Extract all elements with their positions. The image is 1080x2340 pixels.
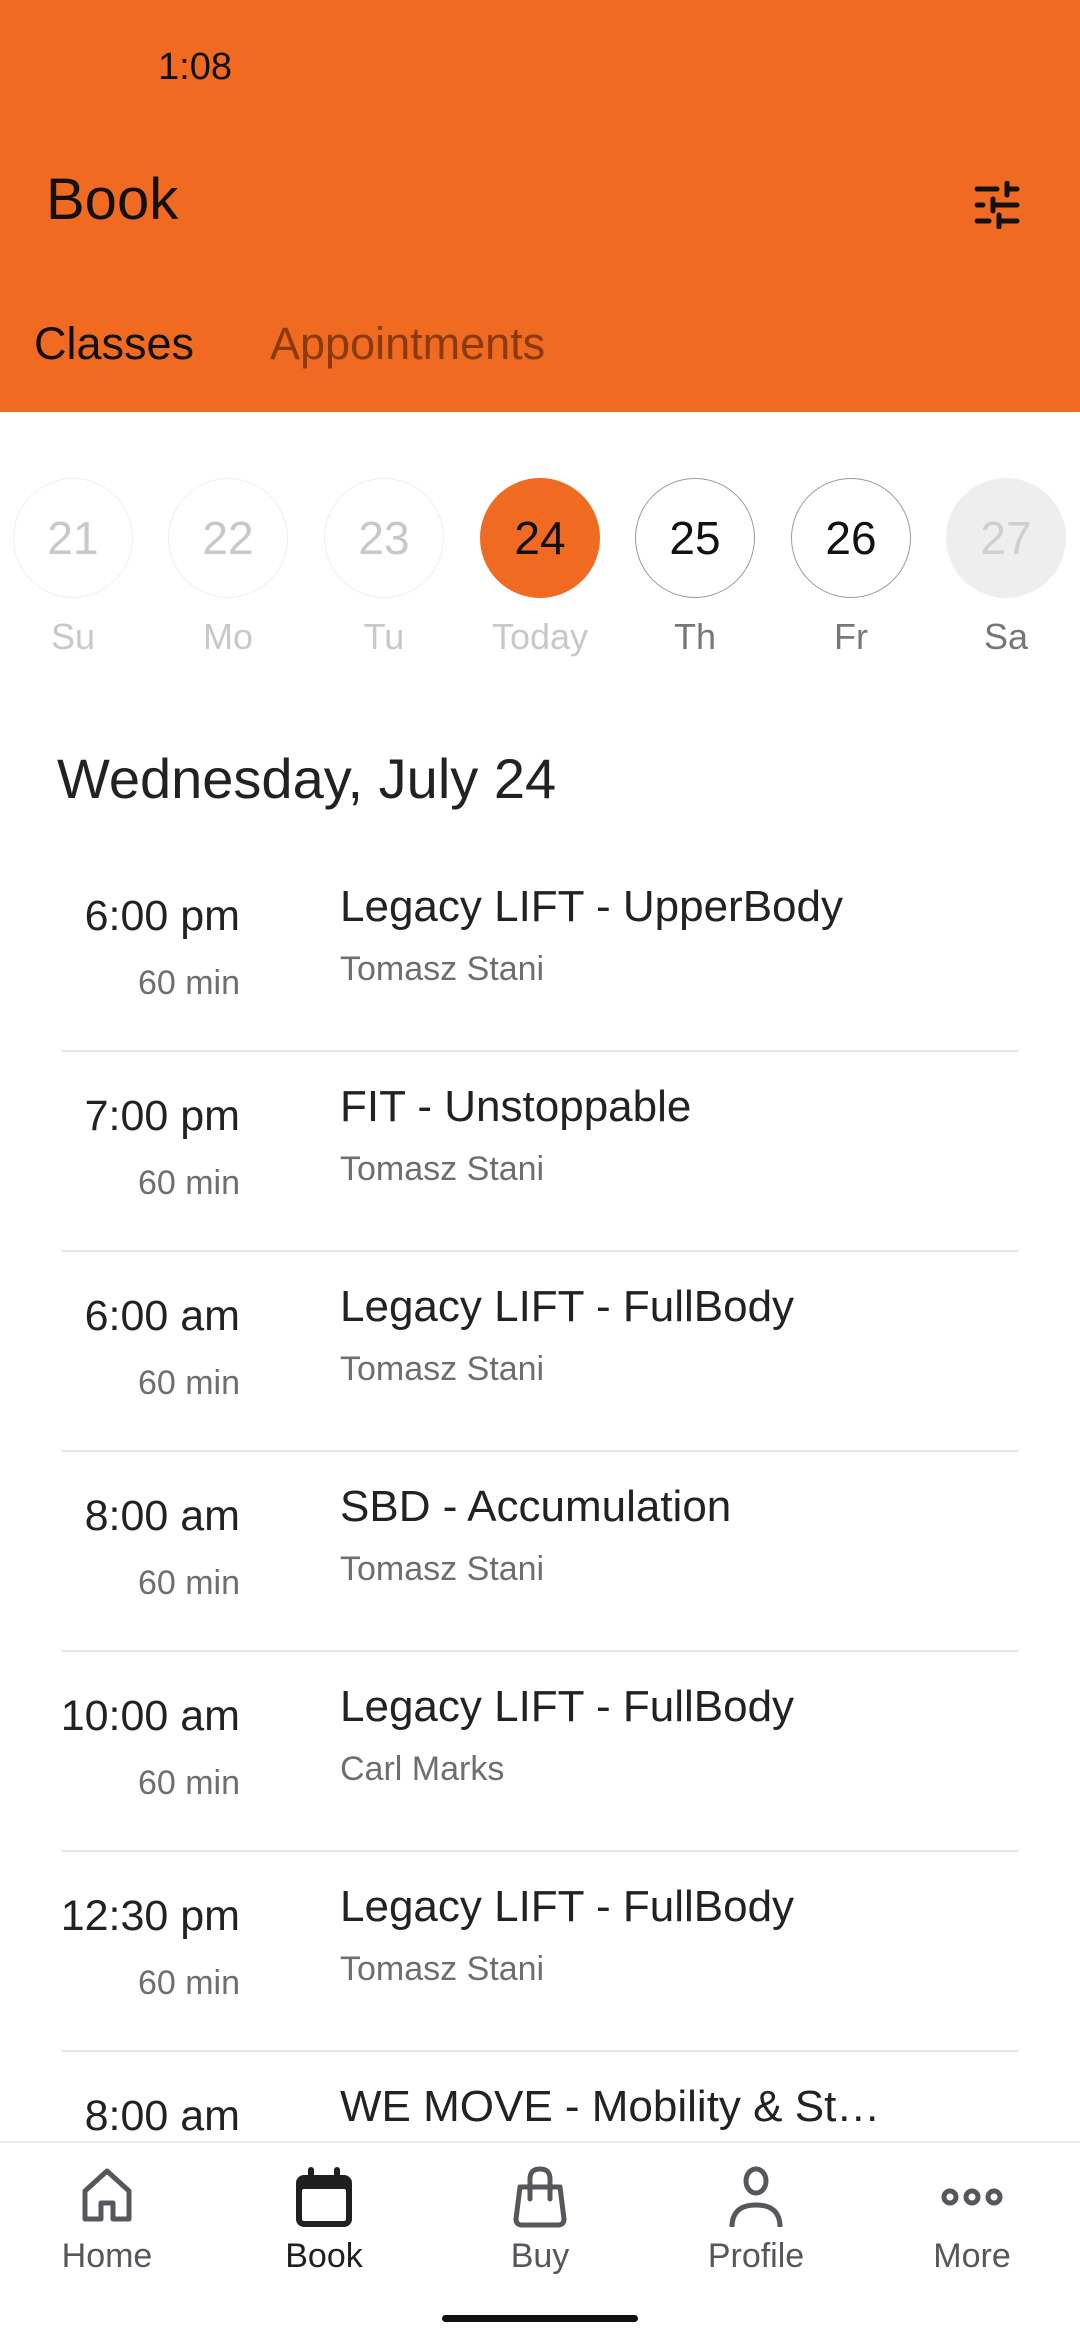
date-item-22[interactable]: 22 Mo (166, 478, 290, 658)
class-row[interactable]: 6:00 pm 60 min Legacy LIFT - UpperBody T… (0, 852, 1080, 1052)
date-strip: 21 Su 22 Mo 23 Tu 24 Today 25 Th 26 Fr 2… (0, 478, 1080, 658)
class-duration: 60 min (137, 1964, 240, 2002)
tab-classes[interactable]: Classes (34, 318, 194, 370)
page-title: Book (46, 167, 179, 232)
date-weekday: Tu (363, 616, 405, 657)
class-time: 12:30 pm (60, 1892, 240, 1940)
nav-item-home[interactable]: Home (17, 2165, 197, 2276)
nav-label: Profile (707, 2237, 805, 2275)
person-icon (729, 2166, 783, 2228)
class-title: WE MOVE - Mobility & St… (340, 2082, 881, 2131)
date-item-24-today[interactable]: 24 Today (478, 478, 602, 658)
date-weekday: Su (50, 616, 96, 657)
tune-sliders-icon (974, 181, 1020, 229)
class-row[interactable]: 8:00 am 60 min SBD - Accumulation Tomasz… (0, 1452, 1080, 1652)
class-instructor: Tomasz Stani (340, 1150, 545, 1188)
class-time: 10:00 am (60, 1692, 240, 1740)
date-weekday: Th (673, 616, 716, 657)
shopping-bag-icon (513, 2166, 567, 2228)
date-weekday: Fr (834, 616, 868, 657)
nav-label: Book (285, 2237, 363, 2275)
date-item-27[interactable]: 27 Sa (944, 478, 1068, 658)
class-time: 6:00 am (84, 1292, 240, 1340)
nav-item-book[interactable]: Book (234, 2165, 414, 2276)
nav-item-profile[interactable]: Profile (666, 2165, 846, 2276)
class-title: SBD - Accumulation (340, 1482, 732, 1531)
status-bar-time: 1:08 (158, 46, 232, 88)
class-title: Legacy LIFT - UpperBody (340, 882, 843, 931)
date-number: 23 (324, 478, 444, 598)
class-title: Legacy LIFT - FullBody (340, 1282, 795, 1331)
calendar-icon (296, 2167, 352, 2227)
home-indicator[interactable] (442, 2315, 638, 2322)
class-instructor: Tomasz Stani (340, 950, 545, 988)
class-instructor: Tomasz Stani (340, 1950, 545, 1988)
class-time: 6:00 pm (84, 892, 240, 940)
nav-item-buy[interactable]: Buy (450, 2165, 630, 2276)
date-weekday: Sa (983, 616, 1029, 657)
class-duration: 60 min (137, 964, 240, 1002)
app-header: 1:08 Book Classes Appointments (0, 0, 1080, 412)
date-number: 27 (946, 478, 1066, 598)
class-time: 7:00 pm (84, 1092, 240, 1140)
class-title: Legacy LIFT - FullBody (340, 1882, 795, 1931)
class-row[interactable]: 7:00 pm 60 min FIT - Unstoppable Tomasz … (0, 1052, 1080, 1252)
date-number: 25 (635, 478, 755, 598)
bottom-navigation: Home Book Buy Profile More (0, 2141, 1080, 2340)
class-instructor: Tomasz Stani (340, 1350, 545, 1388)
class-duration: 60 min (137, 1364, 240, 1402)
class-duration: 60 min (137, 1564, 240, 1602)
class-list[interactable]: 6:00 pm 60 min Legacy LIFT - UpperBody T… (0, 852, 1080, 2142)
more-dots-icon (941, 2188, 1003, 2206)
class-row[interactable]: 12:30 pm 60 min Legacy LIFT - FullBody T… (0, 1852, 1080, 2052)
date-item-26[interactable]: 26 Fr (789, 478, 913, 658)
date-weekday: Today (491, 616, 589, 657)
date-item-25[interactable]: 25 Th (633, 478, 757, 658)
class-instructor: Carl Marks (340, 1750, 505, 1788)
class-duration: 60 min (137, 1164, 240, 1202)
date-item-23[interactable]: 23 Tu (322, 478, 446, 658)
home-icon (82, 2168, 132, 2222)
class-title: Legacy LIFT - FullBody (340, 1682, 795, 1731)
class-row[interactable]: 6:00 am 60 min Legacy LIFT - FullBody To… (0, 1252, 1080, 1452)
class-row[interactable]: 10:00 am 60 min Legacy LIFT - FullBody C… (0, 1652, 1080, 1852)
class-row[interactable]: 8:00 am WE MOVE - Mobility & St… (0, 2052, 1080, 2142)
date-weekday: Mo (202, 616, 253, 657)
filter-button[interactable] (962, 170, 1032, 240)
nav-label: Home (61, 2237, 153, 2275)
class-time: 8:00 am (84, 1492, 240, 1540)
date-item-21[interactable]: 21 Su (11, 478, 135, 658)
date-number: 21 (13, 478, 133, 598)
class-duration: 60 min (137, 1764, 240, 1802)
nav-label: More (933, 2237, 1011, 2275)
date-number-selected: 24 (480, 478, 600, 598)
class-instructor: Tomasz Stani (340, 1550, 545, 1588)
date-number: 22 (168, 478, 288, 598)
schedule-date-heading: Wednesday, July 24 (57, 747, 557, 810)
date-number: 26 (791, 478, 911, 598)
tab-appointments[interactable]: Appointments (270, 318, 545, 370)
nav-label: Buy (510, 2237, 570, 2275)
nav-item-more[interactable]: More (882, 2165, 1062, 2276)
class-time: 8:00 am (84, 2092, 240, 2140)
class-title: FIT - Unstoppable (340, 1082, 692, 1131)
